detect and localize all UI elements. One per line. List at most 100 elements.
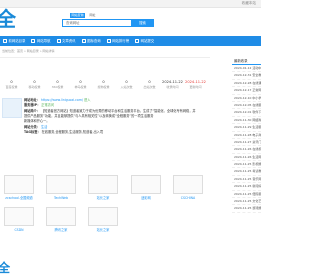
top-bar: 收藏本站 — [0, 0, 261, 8]
stat-updated-date: 2024-11-22 更新时间 — [184, 79, 207, 95]
sidebar-item[interactable]: 2024-11-25 文化艺... — [232, 198, 261, 206]
detail-label: 网站地址： — [24, 98, 40, 102]
sidebar-item[interactable]: 2024-11-28 电子商... — [232, 132, 261, 139]
sidebar-item[interactable]: 2024-11-25 便民服... — [232, 191, 261, 199]
related-site-card[interactable]: 迷彩网 — [131, 175, 161, 200]
detail-label: 网站简介： — [24, 109, 40, 113]
sidebar-item[interactable]: 2024-12-05 在线服... — [232, 102, 261, 110]
compass-icon — [31, 39, 36, 43]
site-name[interactable]: 腾讯之家 — [46, 228, 76, 232]
sidebar-item[interactable]: 2024-11-25 考试教... — [232, 168, 261, 176]
site-name[interactable]: 迷彩网 — [131, 196, 161, 200]
stat-mobile-weight: 0 移动权重 — [23, 79, 46, 95]
stat-sogou-weight: 0 搜狗权重 — [92, 79, 115, 95]
sidebar-item[interactable]: 2024-11-30 网络购... — [232, 117, 261, 125]
nav-item-navigation[interactable]: 网站导航 — [28, 36, 53, 46]
sidebar-item[interactable]: 2024-12-31 安全教... — [232, 72, 261, 80]
nav-item-submit[interactable]: 网站提交 — [132, 36, 157, 46]
stat-in-count: 0 入站次数 — [115, 79, 138, 95]
related-site-card[interactable]: CSDN — [4, 207, 34, 232]
stat-indexed-date: 2024-11-22 收录时间 — [161, 79, 184, 95]
stat-shenma-weight: 0 神马权重 — [69, 79, 92, 95]
site-screenshot — [46, 207, 76, 226]
search-tabs: 网站查询 网址 — [70, 13, 100, 18]
site-name[interactable]: CSDN — [4, 228, 34, 232]
related-site-card[interactable]: zcschool.全国频道 — [4, 175, 34, 200]
site-info-card: 0 百度权重 0 移动权重 0 360权重 0 神马权重 0 搜狗权重 0 入站次数 0 出站… — [0, 57, 210, 167]
sidebar-item[interactable]: 2024-11-26 在线视... — [232, 146, 261, 154]
site-screenshot — [131, 175, 161, 194]
search-tab-site[interactable]: 网站查询 — [70, 13, 85, 18]
site-screenshot — [4, 175, 34, 194]
nav-item-label: 图标查询 — [87, 39, 101, 43]
nav-item-ranking[interactable]: 网站排行榜 — [104, 36, 132, 46]
detail-status-row: 服务器IP： 正常访问 — [24, 103, 54, 108]
sidebar-item[interactable]: 2024-12-10 中小学... — [232, 95, 261, 102]
nav-item-icon-query[interactable]: 图标查询 — [79, 36, 104, 46]
stat-label: 更新时间 — [189, 85, 202, 89]
sidebar-item[interactable]: 2024-11-25 游戏娱... — [232, 205, 261, 213]
collect-link[interactable]: 收藏本站 — [242, 1, 256, 6]
tag-list: 在线服务,全程服务,生活服务,知道者,出入境 — [41, 130, 104, 134]
site-screenshot — [88, 175, 118, 194]
detail-label: 服务器IP： — [24, 103, 41, 107]
related-site-card[interactable]: 站长之家 — [88, 175, 118, 200]
related-site-card[interactable]: CSCHINA — [173, 175, 203, 200]
sidebar-item[interactable]: 2024-12-01 软件下... — [232, 109, 261, 117]
site-name[interactable]: TechWeb — [46, 196, 76, 200]
nav-item-label: 文章资讯 — [62, 39, 76, 43]
nav-item-label: 网站导航 — [36, 39, 51, 43]
sidebar-item[interactable]: 2024-12-28 在线课... — [232, 80, 261, 88]
site-logo[interactable]: 全 — [0, 9, 16, 29]
search-tab-url[interactable]: 网址 — [85, 13, 100, 18]
related-site-card[interactable]: 站长之家 — [88, 207, 118, 232]
related-site-card[interactable]: 腾讯之家 — [46, 207, 76, 232]
site-name[interactable]: zcschool.全国频道 — [4, 196, 34, 200]
site-description: 【知道者官方网站】知道者致力于成为优秀的移动平台和生活服务平台，生成了“智能化、… — [40, 109, 196, 113]
nav-item-label: 网站排行榜 — [112, 39, 130, 43]
sidebar-item[interactable]: 2024-11-25 音乐网... — [232, 176, 261, 184]
nav-item-directory[interactable]: 前网站目录 — [0, 36, 28, 46]
latest-sidebar: 最新收录 2024-01-12 活动中... 2024-12-31 安全教...… — [232, 57, 261, 275]
stat-label: 搜狗权重 — [97, 85, 110, 89]
stat-label: 入站次数 — [120, 85, 133, 89]
nav-item-label: 网站提交 — [140, 39, 155, 43]
nav-item-articles[interactable]: 文章资讯 — [54, 36, 79, 46]
sidebar-item[interactable]: 2024-11-29 生活服... — [232, 124, 261, 132]
upload-icon — [135, 39, 140, 43]
sidebar-item[interactable]: 2024-11-26 生活网... — [232, 154, 261, 162]
sidebar-item[interactable]: 2024-11-27 资讯门... — [232, 139, 261, 147]
sidebar-item[interactable]: 2024-12-17 正常网... — [232, 87, 261, 95]
site-screenshot — [88, 207, 118, 226]
detail-tags-row: TAG标签： 在线服务,全程服务,生活服务,知道者,出入境 — [24, 130, 103, 135]
nav-item-label: 前网站目录 — [8, 39, 26, 43]
category-link[interactable]: 生活 — [41, 125, 47, 129]
site-screenshot — [173, 175, 203, 194]
stat-label: 神马权重 — [74, 85, 87, 89]
list-icon — [3, 39, 7, 43]
visit-site-link[interactable]: 进入 — [84, 98, 90, 102]
main-nav: 前网站目录 网站导航 文章资讯 图标查询 网站排行榜 网站提交 — [0, 36, 261, 46]
stat-out-count: 0 出站次数 — [138, 79, 161, 95]
site-name[interactable]: CSCHINA — [173, 196, 203, 200]
site-description-cont: 提供产品服务”功能，并且能够提供“与人具有相关性”以及转换成“全程服务”的一项生… — [24, 114, 154, 118]
search-button[interactable]: 搜索 — [131, 19, 154, 27]
site-url-link[interactable]: https://www.liniguozi.com/ — [41, 98, 83, 102]
sidebar-title: 最新收录 — [232, 57, 261, 65]
stat-label: 出站次数 — [143, 85, 156, 89]
site-name[interactable]: 站长之家 — [88, 196, 118, 200]
site-screenshot — [4, 207, 34, 226]
trophy-icon — [106, 39, 111, 43]
site-description-cont: 新媒体和开心一。 — [24, 119, 50, 123]
sidebar-item[interactable]: 2024-11-25 影视娱... — [232, 161, 261, 169]
footer-logo[interactable]: 全 — [0, 262, 10, 274]
stat-label: 百度权重 — [5, 85, 18, 89]
sidebar-item[interactable]: 2024-01-12 活动中... — [232, 65, 261, 73]
site-name[interactable]: 站长之家 — [88, 228, 118, 232]
search-input[interactable] — [63, 20, 121, 26]
search-box: 搜索 — [62, 19, 154, 27]
site-screenshot — [46, 175, 76, 194]
related-site-card[interactable]: TechWeb — [46, 175, 76, 200]
sidebar-item[interactable]: 2024-11-25 新闻综... — [232, 183, 261, 191]
stat-360-weight: 0 360权重 — [46, 79, 69, 95]
